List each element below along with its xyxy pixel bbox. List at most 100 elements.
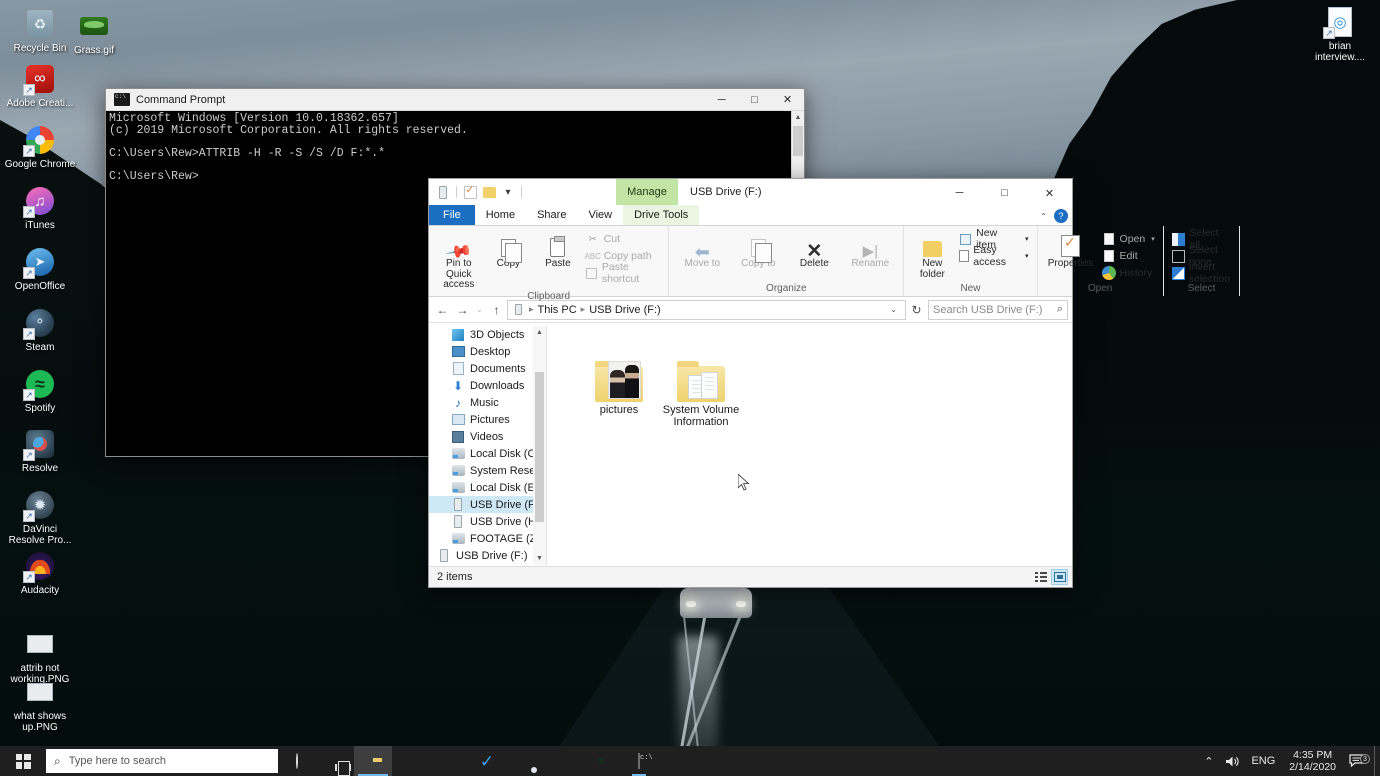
sidebar-item-footage-z[interactable]: FOOTAGE (Z:)	[429, 530, 546, 547]
ribbon-button-open[interactable]: Open▾	[1099, 231, 1158, 247]
explorer-window-controls[interactable]: ─ □ ✕	[937, 179, 1072, 205]
desktop-icon[interactable]: ↗iTunes	[4, 185, 76, 231]
ribbon-button-copy-to[interactable]: Copy to	[730, 229, 786, 270]
taskbar-search-box[interactable]: ⌕ Type here to search	[46, 749, 278, 773]
desktop[interactable]: Recycle BinGrass.gif↗Adobe Creati...↗Goo…	[0, 0, 1380, 776]
start-button[interactable]	[0, 746, 46, 776]
explorer-titlebar[interactable]: ▾ Manage USB Drive (F:) ─ □ ✕	[429, 179, 1072, 205]
explorer-body[interactable]: 3D ObjectsDesktopDocuments⬇Downloads♪Mus…	[429, 326, 1072, 565]
language-indicator[interactable]: ENG	[1245, 755, 1281, 767]
sidebar-item-3d-objects[interactable]: 3D Objects	[429, 326, 546, 343]
tab-file[interactable]: File	[429, 205, 475, 225]
quick-access-toolbar[interactable]: ▾	[429, 184, 524, 200]
collapse-ribbon-icon[interactable]: ⌃	[1040, 212, 1047, 221]
sidebar-item-videos[interactable]: Videos	[429, 428, 546, 445]
ribbon-tab-strip-right[interactable]: ⌃ ?	[1040, 209, 1068, 223]
dropdown-caret-icon[interactable]: ▾	[1025, 252, 1029, 260]
ribbon-button-easy-access[interactable]: Easy access▾	[955, 248, 1031, 264]
explorer-close-button[interactable]: ✕	[1027, 179, 1072, 207]
breadcrumb-item-usb-drive[interactable]: USB Drive (F:)	[589, 304, 661, 316]
file-explorer-button[interactable]	[354, 746, 392, 776]
desktop-icon[interactable]: ↗brian interview....	[1304, 6, 1376, 63]
taskbar-search-input[interactable]: Type here to search	[69, 755, 166, 767]
cortana-button[interactable]	[278, 746, 316, 776]
recent-locations-button[interactable]: ⌄	[474, 300, 485, 320]
explorer-maximize-button[interactable]: □	[982, 179, 1027, 207]
back-button[interactable]: ←	[434, 300, 451, 320]
up-button[interactable]: ↑	[488, 300, 505, 320]
sidebar-item-usb-drive-h[interactable]: USB Drive (H:)	[429, 564, 546, 565]
file-item[interactable]: System Volume Information	[653, 340, 749, 428]
taskbar-buttons[interactable]: ✓	[278, 746, 658, 776]
sidebar-item-desktop[interactable]: Desktop	[429, 343, 546, 360]
dropdown-caret-icon[interactable]: ▾	[1025, 235, 1029, 243]
tab-view[interactable]: View	[577, 205, 623, 225]
ribbon-button-move-to[interactable]: ⬅Move to	[674, 229, 730, 270]
ribbon-button-cut[interactable]: ✂Cut	[583, 231, 664, 247]
nav-scrollbar-thumb[interactable]	[535, 372, 544, 522]
ribbon-button-pin-to-quick-access[interactable]: 📌Pin to Quick access	[434, 229, 484, 291]
desktop-icon[interactable]: ↗Steam	[4, 307, 76, 353]
show-desktop-button[interactable]	[1374, 746, 1380, 776]
breadcrumb-separator[interactable]: ▸	[525, 304, 538, 315]
nav-scroll-down-icon[interactable]: ▼	[533, 552, 546, 565]
ribbon-tab-strip[interactable]: FileHomeShareViewDrive Tools ⌃ ?	[429, 205, 1072, 225]
details-view-button[interactable]	[1032, 569, 1049, 585]
refresh-button[interactable]: ↻	[908, 300, 925, 320]
customize-dropdown-icon[interactable]: ▾	[500, 184, 516, 200]
forward-button[interactable]: →	[454, 300, 471, 320]
ribbon-button-history[interactable]: History	[1099, 265, 1158, 281]
view-mode-buttons[interactable]	[1032, 569, 1068, 585]
file-list-pane[interactable]: picturesSystem Volume Information	[547, 326, 1072, 565]
clock[interactable]: 4:35 PM 2/14/2020	[1281, 749, 1344, 773]
cmd-scrollbar-thumb[interactable]	[793, 126, 803, 156]
desktop-icon[interactable]: ↗Resolve	[4, 428, 76, 474]
desktop-icon[interactable]: ↗Spotify	[4, 368, 76, 414]
large-icons-view-button[interactable]	[1051, 569, 1068, 585]
breadcrumb-item-this-pc[interactable]: This PC	[538, 304, 577, 316]
desktop-icon[interactable]: ↗Google Chrome	[4, 124, 76, 170]
cmd-scroll-up-icon[interactable]: ▲	[792, 111, 804, 125]
ribbon-button-rename[interactable]: ▶|Rename	[842, 229, 898, 270]
sidebar-item-usb-drive-f[interactable]: USB Drive (F:)	[429, 496, 546, 513]
ribbon-button-copy[interactable]: Copy	[484, 229, 534, 270]
ribbon-button-invert-selection[interactable]: Invert selection	[1169, 265, 1234, 281]
file-explorer-window[interactable]: ▾ Manage USB Drive (F:) ─ □ ✕ FileHomeSh…	[428, 178, 1073, 588]
sidebar-item-usb-drive-h[interactable]: USB Drive (H:)	[429, 513, 546, 530]
spotify-button[interactable]	[582, 746, 620, 776]
tray-expand-icon[interactable]: ⌃	[1198, 755, 1219, 768]
ribbon[interactable]: 📌Pin to Quick accessCopyPaste✂CutABCCopy…	[429, 225, 1072, 297]
navigation-pane-scrollbar[interactable]: ▲ ▼	[533, 326, 546, 565]
cmd-close-button[interactable]: ✕	[771, 89, 804, 110]
breadcrumb[interactable]: ▸ This PC ▸ USB Drive (F:) ⌄	[507, 300, 906, 320]
tab-home[interactable]: Home	[475, 205, 526, 225]
ribbon-button-paste-shortcut[interactable]: Paste shortcut	[583, 265, 664, 281]
action-center-icon[interactable]: 3	[1344, 754, 1374, 768]
navigation-pane[interactable]: 3D ObjectsDesktopDocuments⬇Downloads♪Mus…	[429, 326, 547, 565]
new-folder-icon[interactable]	[481, 184, 497, 200]
navigation-buttons[interactable]: ← → ⌄ ↑	[429, 300, 507, 320]
chrome-button[interactable]	[506, 746, 544, 776]
nav-scroll-up-icon[interactable]: ▲	[533, 326, 546, 339]
sidebar-item-documents[interactable]: Documents	[429, 360, 546, 377]
help-icon[interactable]: ?	[1054, 209, 1068, 223]
volume-icon[interactable]	[1219, 755, 1245, 768]
sidebar-item-music[interactable]: ♪Music	[429, 394, 546, 411]
properties-icon[interactable]	[462, 184, 478, 200]
navigation-tree[interactable]: 3D ObjectsDesktopDocuments⬇Downloads♪Mus…	[429, 326, 546, 565]
tab-share[interactable]: Share	[526, 205, 577, 225]
taskbar[interactable]: ⌕ Type here to search ✓ ⌃ ENG 4:35 PM 2/…	[0, 746, 1380, 776]
ribbon-button-properties[interactable]: Properties	[1043, 229, 1099, 270]
edge-button[interactable]	[392, 746, 430, 776]
cmd-minimize-button[interactable]: ─	[705, 89, 738, 110]
task-view-button[interactable]	[316, 746, 354, 776]
ribbon-button-edit[interactable]: Edit	[1099, 248, 1158, 264]
desktop-icon[interactable]: Grass.gif	[58, 10, 130, 56]
desktop-icon[interactable]: ↗OpenOffice	[4, 246, 76, 292]
sidebar-item-downloads[interactable]: ⬇Downloads	[429, 377, 546, 394]
breadcrumb-dropdown-icon[interactable]: ⌄	[885, 305, 902, 314]
ribbon-button-paste[interactable]: Paste	[533, 229, 583, 270]
search-box[interactable]: Search USB Drive (F:) ⌕	[928, 300, 1068, 320]
magenta-app-button[interactable]	[544, 746, 582, 776]
sidebar-item-local-disk-e[interactable]: Local Disk (E:)	[429, 479, 546, 496]
